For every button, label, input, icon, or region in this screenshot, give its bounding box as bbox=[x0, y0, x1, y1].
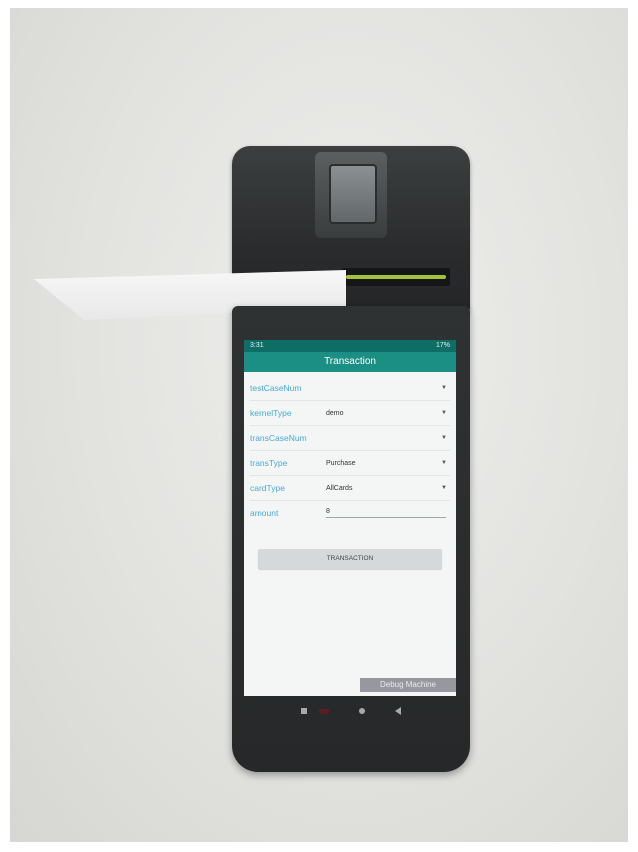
amount-row: amount 8 bbox=[250, 501, 450, 525]
page-title: Transaction bbox=[324, 356, 376, 367]
chevron-down-icon[interactable]: ▼ bbox=[438, 485, 450, 491]
amount-label: amount bbox=[250, 508, 279, 518]
home-icon[interactable] bbox=[359, 708, 365, 714]
amount-field[interactable]: 8 bbox=[326, 508, 446, 518]
app-bar: Transaction bbox=[244, 352, 456, 372]
trans-type-select[interactable]: Purchase bbox=[326, 460, 438, 467]
kernel-type-label: kernelType bbox=[250, 408, 292, 418]
status-led bbox=[319, 708, 329, 714]
card-type-label: cardType bbox=[250, 483, 285, 493]
status-battery: 17% bbox=[435, 342, 450, 349]
pos-terminal: 3:31 17% Transaction testCaseNum ▼ kerne… bbox=[232, 306, 470, 772]
recents-icon[interactable] bbox=[301, 708, 307, 714]
debug-banner: Debug Machine bbox=[360, 678, 456, 692]
trans-type-row[interactable]: transType Purchase ▼ bbox=[250, 451, 450, 476]
trans-case-num-row[interactable]: transCaseNum ▼ bbox=[250, 426, 450, 451]
transaction-form: testCaseNum ▼ kernelType demo ▼ transCas… bbox=[244, 372, 456, 525]
screen: 3:31 17% Transaction testCaseNum ▼ kerne… bbox=[244, 340, 456, 696]
kernel-type-row[interactable]: kernelType demo ▼ bbox=[250, 401, 450, 426]
status-time: 3:31 bbox=[250, 342, 264, 349]
fingerprint-sensor-icon bbox=[329, 164, 377, 224]
card-type-row[interactable]: cardType AllCards ▼ bbox=[250, 476, 450, 501]
chevron-down-icon[interactable]: ▼ bbox=[438, 385, 450, 391]
kernel-type-select[interactable]: demo bbox=[326, 410, 438, 417]
test-case-num-row[interactable]: testCaseNum ▼ bbox=[250, 376, 450, 401]
transaction-button[interactable]: TRANSACTION bbox=[258, 549, 442, 569]
trans-type-label: transType bbox=[250, 458, 288, 468]
chevron-down-icon[interactable]: ▼ bbox=[438, 410, 450, 416]
status-bar: 3:31 17% bbox=[244, 340, 456, 352]
chevron-down-icon[interactable]: ▼ bbox=[438, 435, 450, 441]
nav-bar bbox=[232, 704, 470, 718]
back-icon[interactable] bbox=[395, 707, 401, 715]
chevron-down-icon[interactable]: ▼ bbox=[438, 460, 450, 466]
photo-background: 3:31 17% Transaction testCaseNum ▼ kerne… bbox=[10, 8, 628, 842]
card-slot bbox=[342, 268, 450, 286]
card-type-select[interactable]: AllCards bbox=[326, 485, 438, 492]
test-case-num-label: testCaseNum bbox=[250, 383, 302, 393]
trans-case-num-label: transCaseNum bbox=[250, 433, 307, 443]
fingerprint-sensor bbox=[315, 152, 387, 238]
